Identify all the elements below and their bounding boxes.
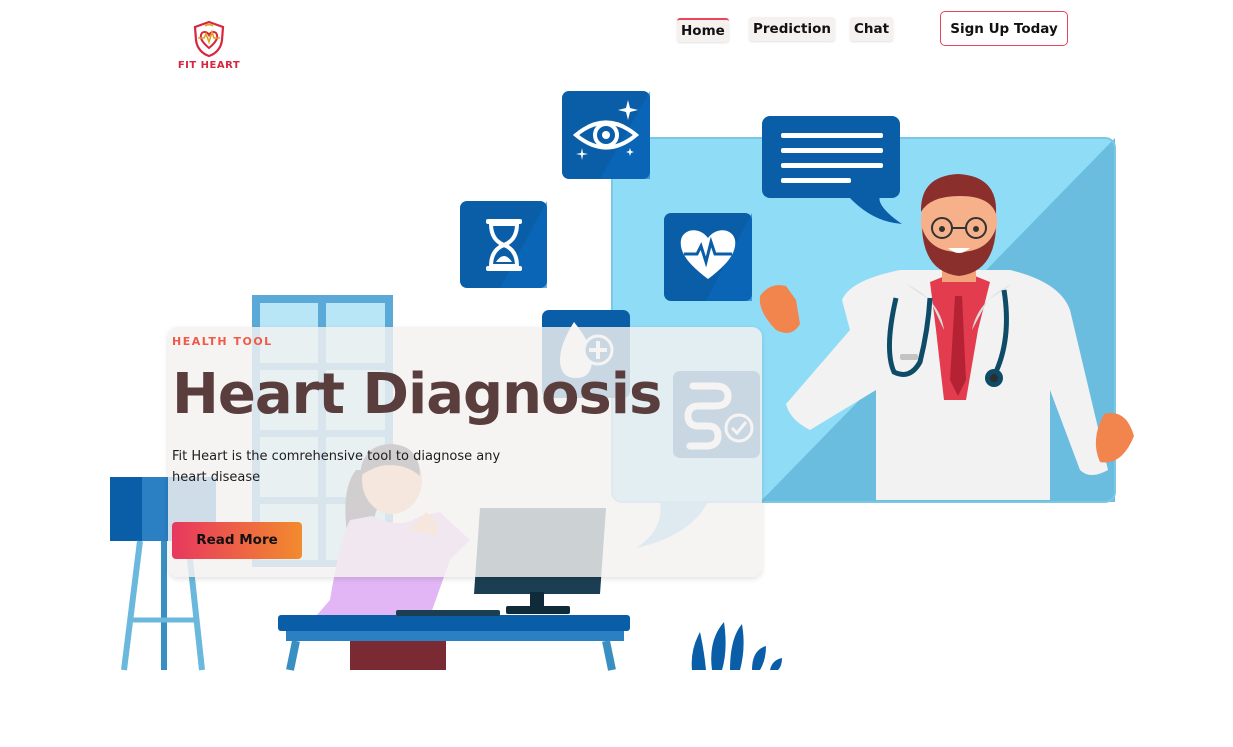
hero-description: Fit Heart is the comrehensive tool to di…: [172, 449, 501, 485]
hero-kicker: HEALTH TOOL: [172, 335, 273, 348]
eye-icon: [562, 91, 650, 179]
plant-decoration: [691, 622, 782, 670]
hourglass-icon: [460, 201, 547, 288]
hero-title: Heart Diagnosis: [172, 362, 662, 427]
heartbeat-icon: [664, 213, 752, 301]
read-more-button[interactable]: Read More: [172, 522, 302, 559]
